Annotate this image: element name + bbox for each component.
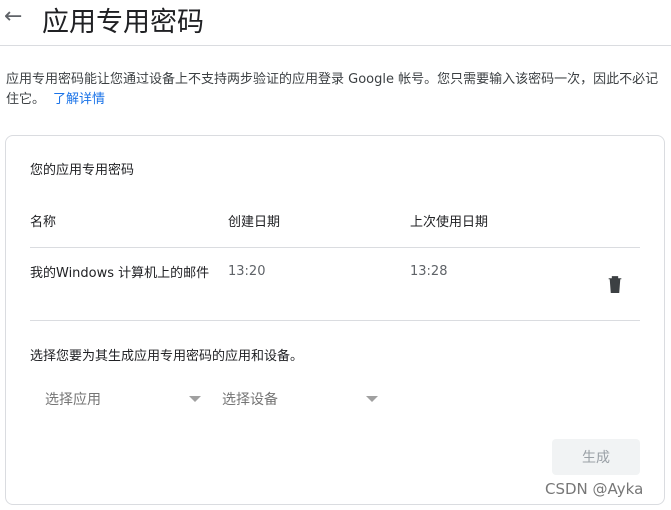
learn-more-link[interactable]: 了解详情 [53, 92, 105, 107]
row-last-used: 13:28 [410, 264, 448, 279]
column-header-name: 名称 [30, 215, 57, 230]
divider [30, 247, 640, 248]
card-heading: 您的应用专用密码 [30, 163, 135, 178]
column-header-last-used: 上次使用日期 [410, 215, 489, 230]
generate-button[interactable]: 生成 [552, 439, 640, 475]
select-device-label[interactable]: 选择设备 [222, 389, 278, 409]
row-name: 我的Windows 计算机上的邮件 [30, 266, 210, 281]
watermark: CSDN @Ayka [545, 480, 644, 498]
dropdown-arrow-icon[interactable] [366, 396, 378, 402]
description: 应用专用密码能让您通过设备上不支持两步验证的应用登录 Google 帐号。您只需… [6, 70, 666, 110]
page-title: 应用专用密码 [42, 7, 204, 38]
back-arrow-icon[interactable]: ← [4, 4, 22, 29]
page-header: ← 应用专用密码 [0, 0, 671, 46]
select-app-label[interactable]: 选择应用 [45, 389, 101, 409]
dropdown-arrow-icon[interactable] [189, 396, 201, 402]
column-header-created: 创建日期 [228, 215, 281, 230]
divider [30, 320, 640, 321]
trash-icon[interactable] [607, 274, 623, 293]
row-created: 13:20 [228, 264, 266, 279]
generate-prompt: 选择您要为其生成应用专用密码的应用和设备。 [30, 349, 304, 364]
